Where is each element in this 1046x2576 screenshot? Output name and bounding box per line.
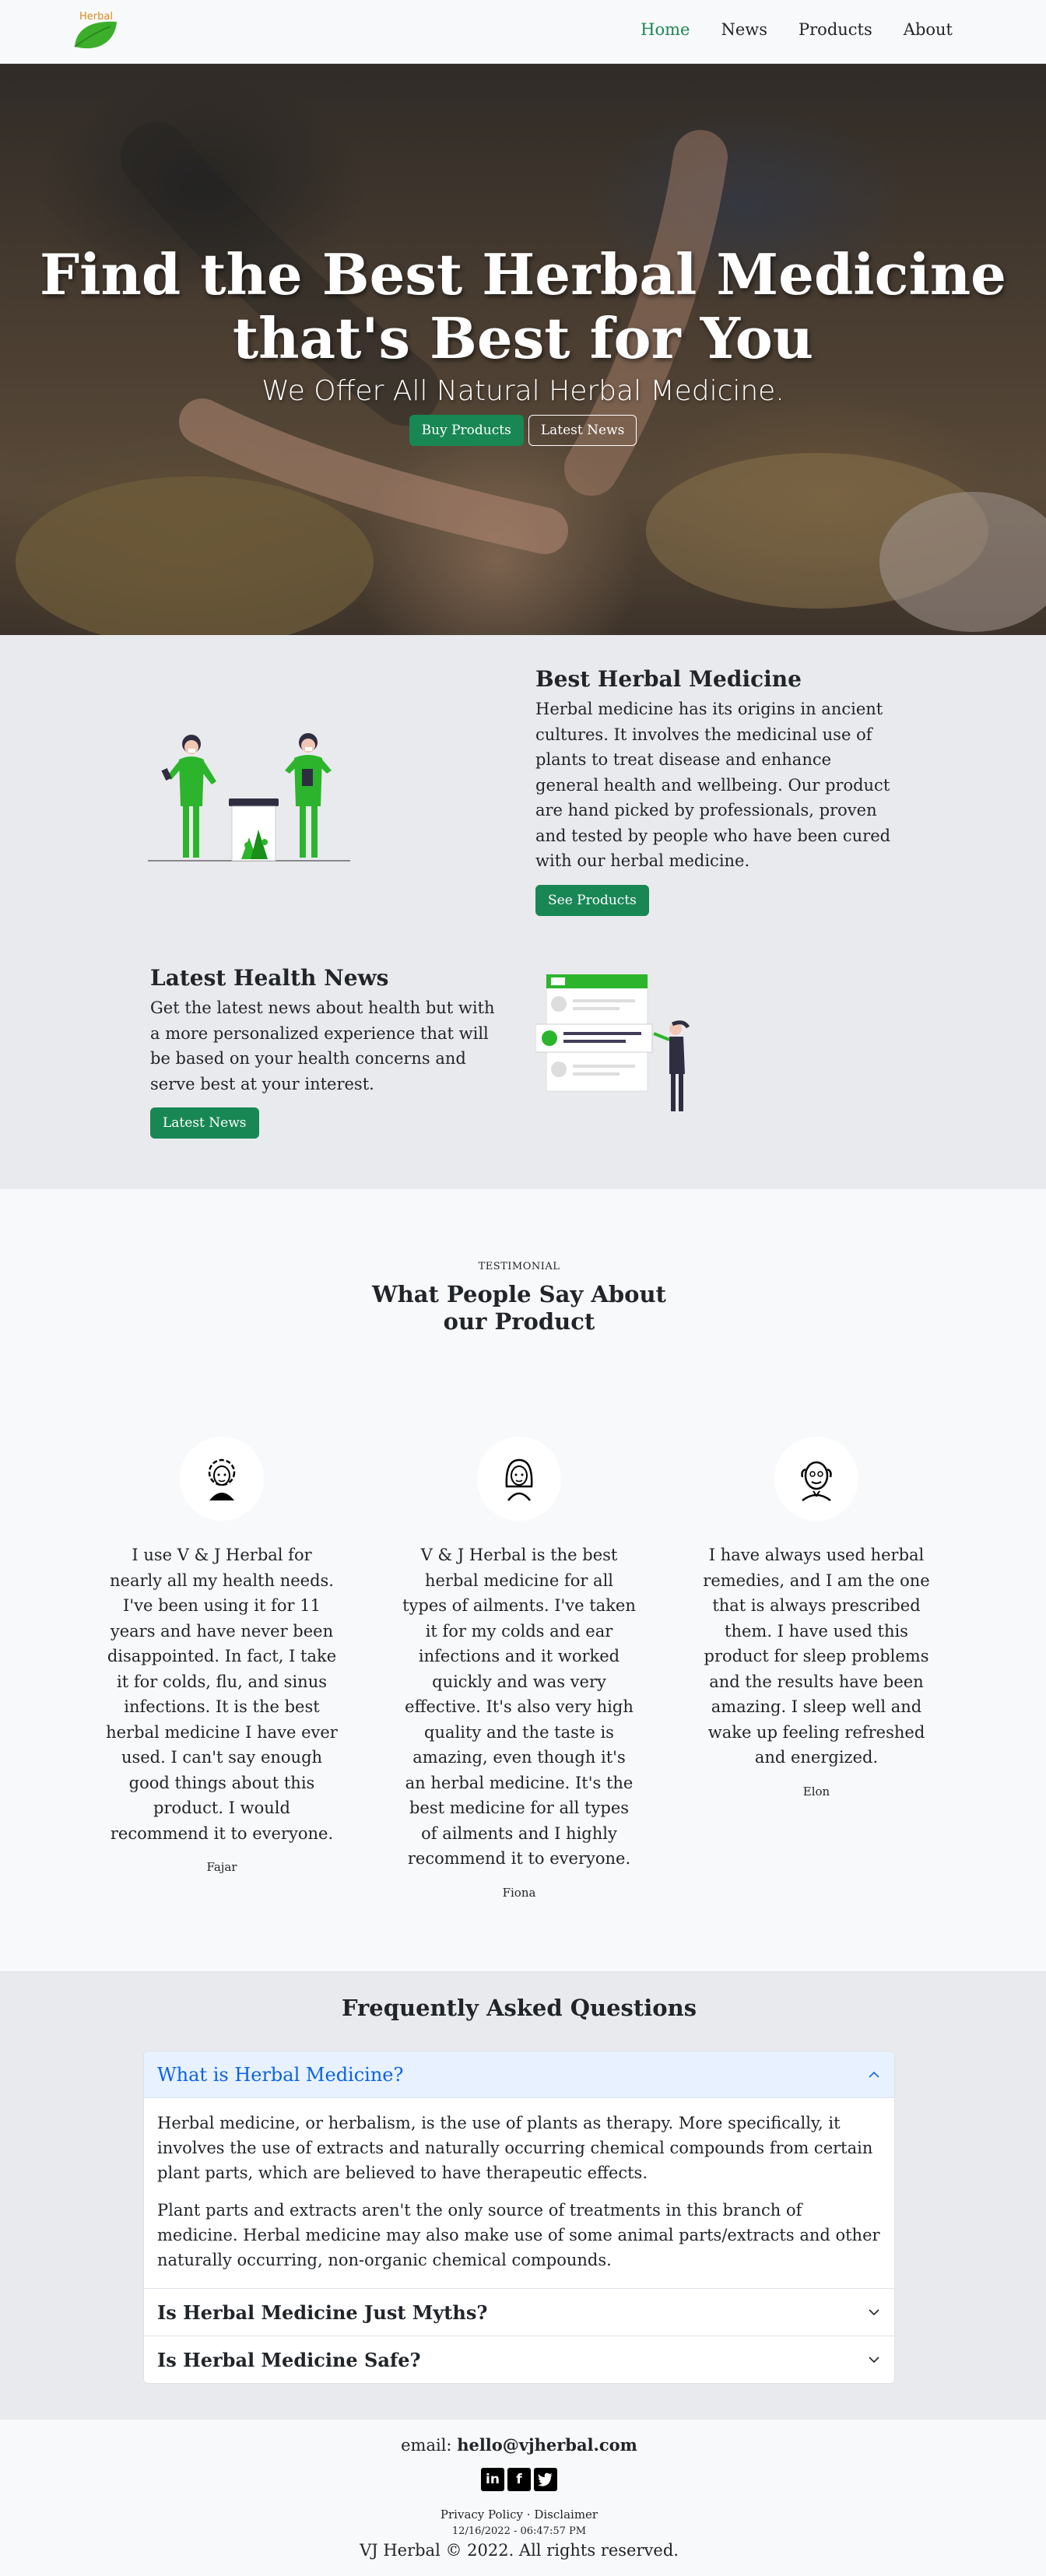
footer-links: Privacy Policy · Disclaimer [0, 2508, 1038, 2522]
testimonial-author: Elon [802, 1784, 830, 1799]
footer-copyright: VJ Herbal © 2022. All rights reserved. [360, 2541, 679, 2560]
hero-title-line-2: that's Best for You [232, 305, 814, 371]
faq-title: Frequently Asked Questions [341, 1995, 697, 2021]
footer: email: hello@vjherbal.com in f Privacy P… [0, 2420, 1046, 2576]
nav-news[interactable]: News [721, 20, 767, 39]
testimonials-title: What People Say About our Product [372, 1281, 666, 1335]
chevron-up-icon [869, 2071, 879, 2078]
testimonial-card: V & J Herbal is the best herbal medicine… [402, 1437, 636, 1900]
faq-question-toggle[interactable]: Is Herbal Medicine Safe? [144, 2336, 894, 2383]
brand-logo[interactable]: Herbal [72, 9, 121, 54]
faq-accordion: What is Herbal Medicine? Herbal medicine… [143, 2051, 895, 2384]
chevron-down-icon [869, 2357, 879, 2364]
faq-question: Is Herbal Medicine Just Myths? [157, 2301, 488, 2324]
email-label: email: [401, 2436, 452, 2455]
twitter-icon[interactable] [534, 2468, 557, 2491]
footer-email: email: hello@vjherbal.com [0, 2435, 1038, 2455]
nav-home[interactable]: Home [641, 20, 690, 39]
hero-buttons: Buy Products Latest News [0, 415, 1046, 446]
hero-title: Find the Best Herbal Medicine that's Bes… [0, 243, 1046, 370]
facebook-icon[interactable]: f [507, 2468, 531, 2491]
navbar: Herbal Home News Products About [0, 0, 1046, 64]
faq-question: What is Herbal Medicine? [157, 2063, 404, 2086]
pharmacists-illustration [148, 733, 350, 862]
testimonial-author: Fiona [502, 1885, 536, 1900]
privacy-policy-link[interactable]: Privacy Policy [441, 2508, 523, 2522]
faq-question-toggle[interactable]: Is Herbal Medicine Just Myths? [144, 2289, 894, 2336]
testimonial-card: I have always used herbal remedies, and … [700, 1437, 933, 1799]
faq-item: Is Herbal Medicine Just Myths? [144, 2289, 894, 2336]
testimonial-card: I use V & J Herbal for nearly all my hea… [105, 1437, 339, 1874]
feature-text-latest-news: Get the latest news about health but wit… [150, 998, 495, 1093]
feature-best-herbal: Best Herbal Medicine Herbal medicine has… [535, 666, 893, 916]
news-feed-illustration [535, 974, 690, 1111]
faq-question-toggle[interactable]: What is Herbal Medicine? [144, 2051, 894, 2098]
woman-long-hair-avatar-icon [505, 1458, 533, 1501]
twitter-bird-icon [538, 2472, 553, 2487]
features-section: Best Herbal Medicine Herbal medicine has… [0, 635, 1046, 1189]
faq-section: Frequently Asked Questions What is Herba… [0, 1971, 1046, 2420]
old-man-avatar-icon [801, 1461, 832, 1502]
main-nav: Home News Products About [641, 20, 953, 39]
faq-item: What is Herbal Medicine? Herbal medicine… [144, 2051, 894, 2289]
faq-answer: Herbal medicine, or herbalism, is the us… [144, 2098, 894, 2288]
hero-content: Find the Best Herbal Medicine that's Bes… [0, 243, 1046, 446]
nav-products[interactable]: Products [799, 20, 872, 39]
hero-section: Find the Best Herbal Medicine that's Bes… [0, 64, 1046, 635]
testimonial-label: TESTIMONIAL [478, 1261, 560, 1272]
feature-latest-news-button[interactable]: Latest News [150, 1107, 259, 1139]
linkedin-icon[interactable]: in [481, 2468, 504, 2491]
hero-title-line-1: Find the Best Herbal Medicine [40, 241, 1006, 307]
feature-title-latest-news: Latest Health News [150, 965, 389, 991]
disclaimer-link[interactable]: Disclaimer [534, 2508, 598, 2522]
nav-about[interactable]: About [904, 20, 953, 39]
avatar [774, 1437, 858, 1521]
testimonial-quote: I use V & J Herbal for nearly all my hea… [106, 1546, 338, 1843]
chevron-down-icon [869, 2309, 879, 2316]
buy-products-button[interactable]: Buy Products [409, 415, 524, 446]
testimonial-quote: I have always used herbal remedies, and … [703, 1546, 930, 1767]
hero-subtitle: We Offer All Natural Herbal Medicine. [262, 375, 784, 407]
testimonials-section: TESTIMONIAL What People Say About our Pr… [0, 1189, 1038, 1971]
faq-answer-paragraph: Herbal medicine, or herbalism, is the us… [157, 2114, 873, 2182]
testimonial-author: Fajar [206, 1860, 237, 1874]
faq-answer-paragraph: Plant parts and extracts aren't the only… [157, 2201, 880, 2269]
testimonial-quote: V & J Herbal is the best herbal medicine… [402, 1546, 636, 1868]
social-links: in f [0, 2468, 1038, 2491]
footer-separator: · [526, 2508, 531, 2522]
see-products-button[interactable]: See Products [535, 884, 649, 916]
feature-text-best-herbal: Herbal medicine has its origins in ancie… [535, 700, 891, 870]
faq-question: Is Herbal Medicine Safe? [157, 2348, 421, 2371]
woman-curly-hair-avatar-icon [208, 1458, 236, 1500]
email-link[interactable]: hello@vjherbal.com [457, 2435, 637, 2455]
avatar [180, 1437, 264, 1521]
latest-news-button[interactable]: Latest News [528, 415, 637, 446]
feature-title-best-herbal: Best Herbal Medicine [535, 666, 802, 692]
feature-latest-news: Latest Health News Get the latest news a… [150, 965, 500, 1139]
avatar [477, 1437, 561, 1521]
logo-text: Herbal [79, 11, 113, 23]
footer-timestamp: 12/16/2022 - 06:47:57 PM [451, 2525, 587, 2537]
faq-item: Is Herbal Medicine Safe? [144, 2336, 894, 2383]
